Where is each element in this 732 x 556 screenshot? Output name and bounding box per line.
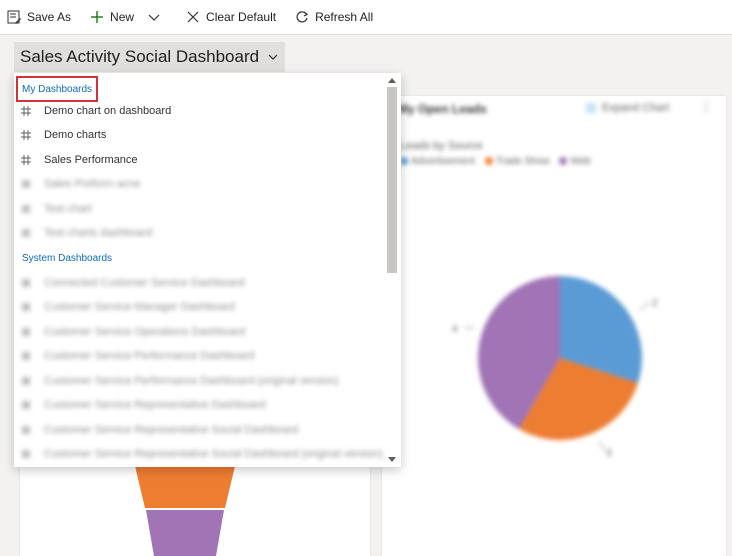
list-item-label: Test chart xyxy=(44,203,92,215)
list-item[interactable]: Customer Service Operations Dashboard xyxy=(14,320,384,344)
save-as-label: Save As xyxy=(27,10,72,24)
scroll-down-icon[interactable] xyxy=(388,457,396,462)
dashboard-icon xyxy=(20,301,32,313)
list-item[interactable]: Customer Service Representative Social D… xyxy=(14,418,384,442)
list-item[interactable]: Demo charts xyxy=(14,123,384,147)
list-item[interactable]: Demo chart on dashboard xyxy=(14,99,384,123)
dashboard-selector[interactable]: Sales Activity Social Dashboard xyxy=(14,42,286,72)
scroll-up-icon[interactable] xyxy=(388,78,396,83)
pie-label: 2 xyxy=(652,298,658,309)
list-item-label: Sales Performance xyxy=(44,154,138,166)
list-item[interactable]: Customer Service Representative Social D… xyxy=(14,442,384,466)
new-dropdown-button[interactable] xyxy=(140,0,173,34)
clear-default-button[interactable]: Clear Default xyxy=(179,0,282,34)
dashboard-icon xyxy=(20,424,32,436)
list-item-label: Customer Service Performance Dashboard xyxy=(44,350,255,362)
dashboard-icon xyxy=(20,350,32,362)
list-item[interactable]: Test chart xyxy=(14,197,384,221)
save-as-icon xyxy=(6,9,22,25)
refresh-icon xyxy=(294,9,310,25)
open-leads-card: My Open Leads Expand Chart ⋮ Leads by So… xyxy=(382,96,726,556)
dashboard-grid-icon xyxy=(20,105,32,117)
dashboard-icon xyxy=(20,178,32,190)
list-item[interactable]: Customer Service Performance Dashboard xyxy=(14,344,384,368)
list-item-label: Customer Service Performance Dashboard (… xyxy=(44,375,339,387)
clear-default-label: Clear Default xyxy=(206,10,277,24)
list-item-label: Customer Service Manager Dashboard xyxy=(44,301,235,313)
pie-label: 4 xyxy=(452,324,458,335)
list-item-label: Customer Service Representative Social D… xyxy=(44,448,383,460)
dashboard-icon xyxy=(20,277,32,289)
dashboard-icon xyxy=(20,227,32,239)
new-label: New xyxy=(110,10,135,24)
list-item[interactable]: Sales Performance xyxy=(14,148,384,172)
list-item-label: Demo charts xyxy=(44,129,107,141)
dashboard-dropdown: My Dashboards Demo chart on dashboard De… xyxy=(14,73,401,467)
list-item[interactable]: Sales Preform acne xyxy=(14,172,384,196)
funnel-segment-orange xyxy=(135,466,235,508)
command-bar: Save As New Clear Default Refresh All xyxy=(0,0,732,35)
funnel-segment-purple xyxy=(146,510,224,556)
refresh-all-button[interactable]: Refresh All xyxy=(288,0,379,34)
dashboard-icon xyxy=(20,203,32,215)
scroll-thumb[interactable] xyxy=(387,87,397,273)
list-item-label: Customer Service Representative Social D… xyxy=(44,424,299,436)
chevron-down-icon xyxy=(267,51,279,63)
list-item-label: Demo chart on dashboard xyxy=(44,105,172,117)
dashboard-icon xyxy=(20,375,32,387)
dashboard-icon xyxy=(20,326,32,338)
dashboard-icon xyxy=(20,448,32,460)
pie-chart: 2 3 4 xyxy=(452,276,658,459)
list-item-label: Connected Customer Service Dashboard xyxy=(44,277,245,289)
list-item-label: Customer Service Representative Dashboar… xyxy=(44,399,266,411)
dropdown-scrollbar[interactable] xyxy=(385,73,399,467)
list-item-label: Test charts dashboard xyxy=(44,227,153,239)
save-as-button[interactable]: Save As xyxy=(0,0,77,34)
refresh-all-label: Refresh All xyxy=(315,10,374,24)
pie-label: 3 xyxy=(606,448,612,459)
dashboard-grid-icon xyxy=(20,154,32,166)
list-item[interactable]: Customer Service Representative Dashboar… xyxy=(14,393,384,417)
system-dashboards-header: System Dashboards xyxy=(22,252,113,264)
list-item[interactable]: Test charts dashboard xyxy=(14,221,384,245)
list-item[interactable]: Customer Service Manager Dashboard xyxy=(14,295,384,319)
dashboard-icon xyxy=(20,399,32,411)
list-item[interactable]: Connected Customer Service Dashboard xyxy=(14,271,384,295)
dashboard-title: Sales Activity Social Dashboard xyxy=(20,47,260,66)
new-button[interactable]: New xyxy=(83,0,140,34)
plus-icon xyxy=(89,9,105,25)
list-item-label: Customer Service Operations Dashboard xyxy=(44,326,246,338)
chevron-down-icon xyxy=(146,9,162,25)
list-item[interactable]: Customer Service Performance Dashboard (… xyxy=(14,369,384,393)
list-item-label: Sales Preform acne xyxy=(44,178,141,190)
dashboard-grid-icon xyxy=(20,129,32,141)
close-icon xyxy=(185,9,201,25)
